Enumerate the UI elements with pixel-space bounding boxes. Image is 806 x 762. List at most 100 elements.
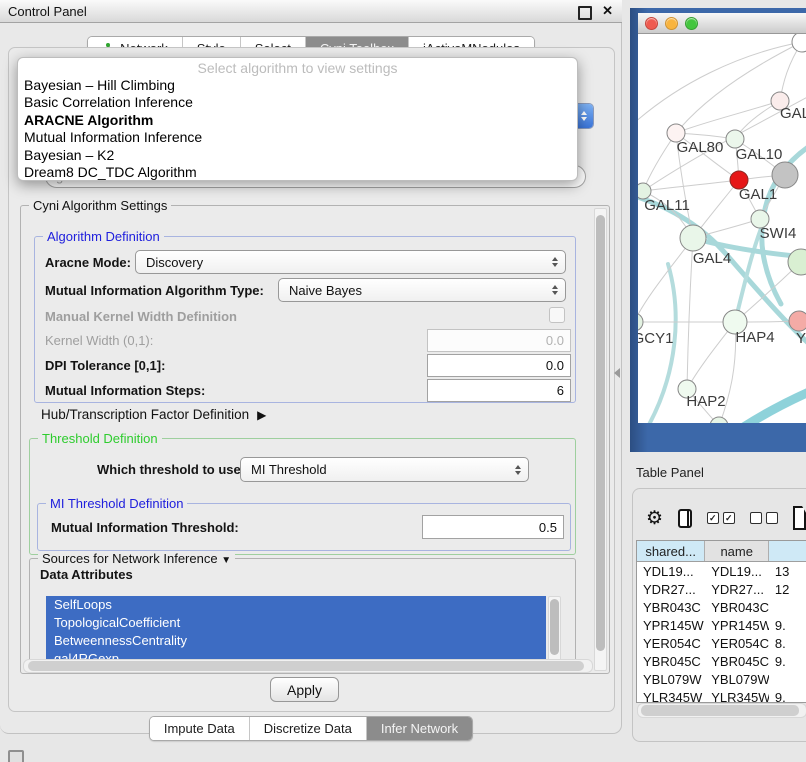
table-row[interactable]: YBL079WYBL079W (637, 670, 806, 688)
network-edge (638, 238, 693, 322)
algorithm-option-bayesian-k2[interactable]: Bayesian – K2 (18, 147, 577, 164)
table-cell: 9. (769, 618, 806, 633)
network-node-label: GCY1 (638, 330, 673, 347)
table-cell: YER054C (637, 636, 705, 651)
float-window-icon[interactable] (578, 6, 592, 20)
cyni-algorithm-settings-title: Cyni Algorithm Settings (29, 198, 171, 213)
network-node-partial-top[interactable] (792, 34, 806, 52)
panel-divider-handle[interactable] (614, 368, 620, 378)
bottom-tab-infer-network[interactable]: Infer Network (367, 717, 472, 740)
checked-checkbox-icon: ✓ (707, 512, 719, 524)
threshold-definition-group: Threshold Definition Which threshold to … (29, 438, 576, 555)
aracne-mode-combo[interactable]: Discovery (135, 250, 566, 274)
network-node-GAL4[interactable] (680, 225, 706, 251)
network-node-gray-node[interactable] (772, 162, 798, 188)
table-panel-title: Table Panel (636, 465, 704, 480)
algorithm-option-bayesian-hill-climbing[interactable]: Bayesian – Hill Climbing (18, 77, 577, 94)
table-row[interactable]: YDR27...YDR27...12 (637, 580, 806, 598)
network-node-label: HAP2 (686, 393, 725, 410)
panel-corner-icon[interactable] (8, 750, 24, 762)
mi-threshold-field[interactable]: 0.5 (422, 515, 564, 539)
table-header-name[interactable]: name (705, 541, 769, 561)
algorithm-option-aracne-algorithm[interactable]: ARACNE Algorithm (18, 112, 577, 129)
threshold-definition-title: Threshold Definition (38, 431, 162, 446)
network-edge (643, 133, 676, 191)
hub-tf-definition-toggle[interactable]: Hub/Transcription Factor Definition ▶ (41, 407, 266, 422)
table-cell: 13 (769, 564, 806, 579)
manual-kernel-width-checkbox[interactable] (549, 307, 565, 323)
network-node-partial-bottom[interactable] (710, 417, 728, 423)
bottom-tab-strip: Impute DataDiscretize Data Infer Network (149, 716, 473, 741)
window-minimize-button[interactable] (665, 17, 678, 30)
bottom-tab-label: Infer Network (381, 721, 458, 736)
bottom-tab-discretize-data[interactable]: Discretize Data (250, 717, 367, 740)
hub-tf-definition-label: Hub/Transcription Factor Definition (41, 407, 249, 422)
settings-vertical-scrollbar[interactable] (594, 208, 607, 671)
gear-icon[interactable]: ⚙ (646, 509, 663, 528)
table-cell: YDR27... (637, 582, 705, 597)
table-cell: YBR043C (637, 600, 705, 615)
table-cell: 9. (769, 690, 806, 704)
attribute-item-betweennesscentrality[interactable]: BetweennessCentrality (46, 632, 546, 650)
settings-horizontal-scrollbar[interactable] (23, 659, 593, 673)
network-window-titlebar (638, 13, 806, 34)
kernel-width-field[interactable]: 0.0 (427, 329, 571, 352)
window-zoom-button[interactable] (685, 17, 698, 30)
table-cell: 9. (769, 654, 806, 669)
expanded-arrow-icon: ▼ (221, 555, 231, 566)
network-node-label: HAP4 (735, 329, 774, 346)
deselect-all-checkboxes-icon[interactable] (750, 512, 778, 524)
network-edge (676, 101, 780, 133)
table-header-third[interactable] (769, 541, 806, 561)
mi-algorithm-type-combo[interactable]: Naive Bayes (278, 278, 566, 302)
table-row[interactable]: YPR145WYPR145W9. (637, 616, 806, 634)
table-row[interactable]: YBR043CYBR043C (637, 598, 806, 616)
table-cell: YBR045C (637, 654, 705, 669)
table-horizontal-scrollbar[interactable] (637, 703, 806, 718)
dpi-tolerance-field[interactable]: 0.0 (427, 354, 571, 377)
cyni-algorithm-settings-group: Cyni Algorithm Settings Algorithm Defini… (20, 205, 610, 674)
sources-group: Sources for Network Inference ▼ Data Att… (29, 558, 576, 674)
mi-steps-value: 6 (557, 383, 564, 398)
attribute-item-selfloops[interactable]: SelfLoops (46, 596, 546, 614)
bottom-tab-impute-data[interactable]: Impute Data (150, 717, 250, 740)
screenshot-root: Control Panel ✕ NetworkStyleSelectCyni T… (0, 0, 806, 762)
algorithm-option-dream8-dc-tdc-algorithm[interactable]: Dream8 DC_TDC Algorithm (18, 164, 577, 181)
table-body: YDL19...YDL19...13YDR27...YDR27...12YBR0… (637, 562, 806, 703)
data-attributes-list: SelfLoopsTopologicalCoefficientBetweenne… (46, 596, 546, 668)
which-threshold-label: Which threshold to use: (97, 462, 245, 477)
table-header-shared-name[interactable]: shared... (637, 541, 705, 561)
apply-button[interactable]: Apply (270, 677, 339, 702)
network-node-pink-right[interactable] (789, 311, 806, 331)
table-row[interactable]: YBR045CYBR045C9. (637, 652, 806, 670)
apply-button-label: Apply (287, 682, 322, 698)
algorithm-definition-title: Algorithm Definition (43, 229, 164, 244)
network-node-label: GAL1 (739, 186, 777, 203)
table-row[interactable]: YER054CYER054C8. (637, 634, 806, 652)
sources-title-row[interactable]: Sources for Network Inference ▼ (38, 551, 235, 566)
algorithm-option-basic-correlation-inference[interactable]: Basic Correlation Inference (18, 94, 577, 111)
table-cell: YLR345W (705, 690, 769, 704)
attribute-item-topologicalcoefficient[interactable]: TopologicalCoefficient (46, 614, 546, 632)
table-row[interactable]: YDL19...YDL19...13 (637, 562, 806, 580)
mi-steps-label: Mutual Information Steps: (45, 383, 205, 398)
aracne-mode-value: Discovery (146, 255, 203, 270)
column-view-icon[interactable] (678, 509, 692, 528)
window-close-button[interactable] (645, 17, 658, 30)
dpi-tolerance-value: 0.0 (546, 358, 564, 373)
page-icon[interactable] (793, 506, 806, 530)
which-threshold-value: MI Threshold (251, 462, 327, 477)
kernel-width-label: Kernel Width (0,1): (45, 333, 153, 348)
control-panel-title: Control Panel (8, 4, 87, 19)
table-cell: YBL079W (705, 672, 769, 687)
table-row[interactable]: YLR345WYLR345W9. (637, 688, 806, 703)
which-threshold-combo[interactable]: MI Threshold (240, 457, 529, 482)
network-graph: GALGAL80GAL10GAL1GAL11SWI4GAL4GCY1HAP4YH… (638, 34, 806, 423)
close-icon[interactable]: ✕ (602, 3, 613, 19)
network-node-GCY1[interactable] (638, 313, 643, 331)
mi-steps-field[interactable]: 6 (427, 379, 571, 402)
algorithm-option-mutual-information-inference[interactable]: Mutual Information Inference (18, 129, 577, 146)
network-canvas[interactable]: GALGAL80GAL10GAL1GAL11SWI4GAL4GCY1HAP4YH… (638, 34, 806, 423)
network-edge (730, 388, 806, 423)
select-all-checkboxes-icon[interactable]: ✓ ✓ (707, 512, 735, 524)
